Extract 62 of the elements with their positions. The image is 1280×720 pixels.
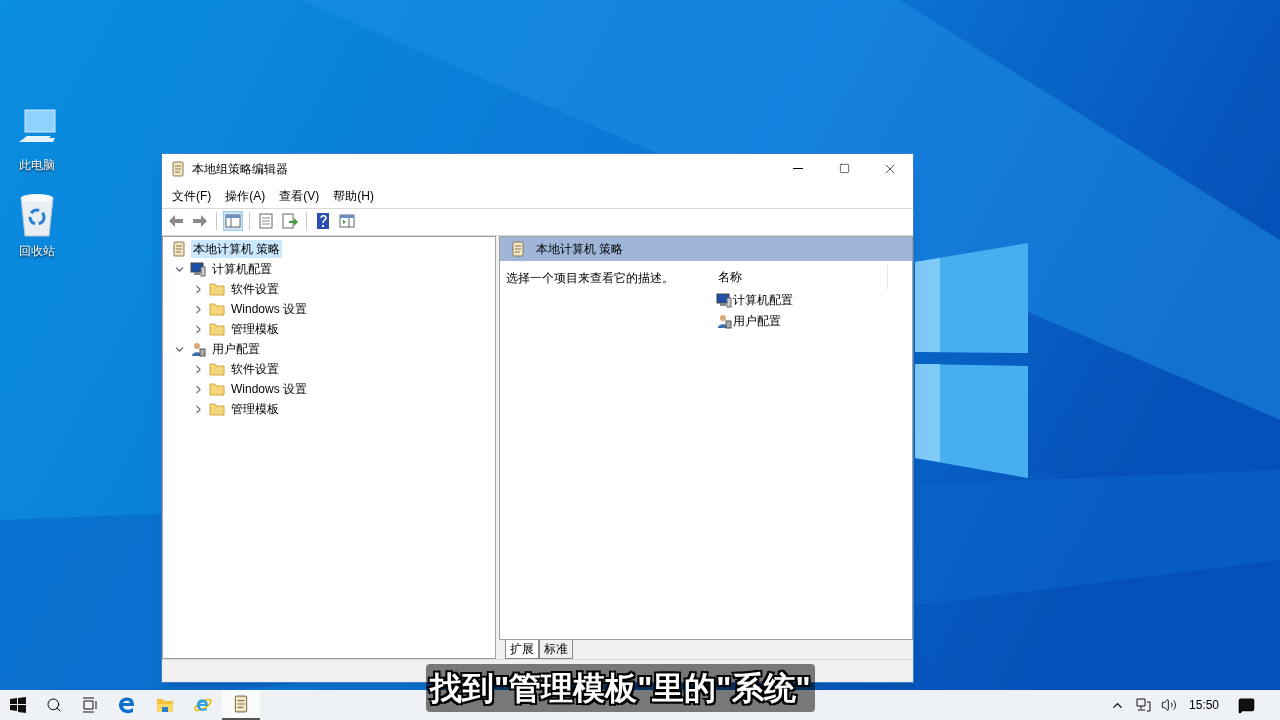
tree-item[interactable]: 软件设置 (229, 360, 281, 378)
tree-item[interactable]: 本地计算机 策略 (191, 240, 283, 258)
column-header[interactable]: 名称 (712, 268, 742, 286)
browser-e-icon (118, 696, 136, 714)
tree-pane-icon (225, 213, 241, 229)
menu-item[interactable]: 文件(F) (166, 186, 218, 205)
folder-icon (209, 302, 225, 316)
task-view-icon (82, 697, 98, 713)
tree-item[interactable]: 计算机配置 (210, 260, 274, 278)
desktop-icon-label[interactable]: 此电脑 (19, 156, 55, 174)
computer-icon (716, 291, 732, 308)
desktop-icon-label[interactable]: 回收站 (19, 242, 55, 260)
export-list-icon (282, 213, 298, 229)
tree-item[interactable]: 用户配置 (210, 340, 262, 358)
list-item[interactable]: 计算机配置 (733, 290, 793, 309)
list-item[interactable]: 用户配置 (733, 311, 781, 330)
tree-item[interactable]: 管理模板 (229, 400, 281, 418)
network-icon[interactable] (1134, 697, 1151, 713)
tree-item[interactable]: 管理模板 (229, 320, 281, 338)
recycle-bin-icon[interactable] (17, 192, 57, 238)
clock-time[interactable]: 15:50 (1188, 696, 1219, 714)
description-text: 选择一个项目来查看它的描述。 (505, 270, 675, 287)
policy-icon (171, 241, 187, 257)
folder-icon (209, 382, 225, 396)
folder-icon (209, 362, 225, 376)
policy-icon (232, 695, 250, 713)
back-arrow-icon (168, 213, 184, 229)
user-icon (716, 312, 732, 329)
windows-logo-icon (10, 697, 26, 713)
pane-header: 本地计算机 策略 (536, 241, 624, 258)
video-caption: 找到"管理模板"里的"系统" (426, 664, 815, 712)
menu-item[interactable]: 帮助(H) (327, 186, 380, 205)
toolbar-button[interactable] (337, 211, 357, 231)
view-tab[interactable]: 扩展 (505, 640, 539, 659)
user-icon (190, 341, 206, 357)
toolbar-button[interactable] (223, 211, 243, 231)
search-icon (46, 697, 62, 713)
folder-icon (156, 697, 174, 713)
folder-icon (209, 322, 225, 336)
volume-icon[interactable] (1160, 697, 1177, 713)
taskbar-app-button[interactable] (222, 690, 260, 720)
view-tab[interactable]: 标准 (539, 640, 573, 659)
tree-item[interactable]: 软件设置 (229, 280, 281, 298)
maximize-icon (838, 163, 850, 174)
tree-item[interactable]: Windows 设置 (229, 300, 309, 318)
view-pane-icon (339, 213, 355, 229)
computer-icon (190, 261, 206, 277)
forward-arrow-icon (192, 213, 208, 229)
toolbar-button[interactable] (280, 211, 300, 231)
menu-item[interactable]: 查看(V) (273, 186, 326, 205)
folder-icon (209, 282, 225, 296)
window-title: 本地组策略编辑器 (192, 160, 288, 178)
minimize-icon (793, 168, 803, 169)
menu-item[interactable]: 操作(A) (219, 186, 272, 205)
policy-icon (510, 241, 526, 257)
help-icon (315, 213, 331, 229)
properties-icon (258, 213, 274, 229)
folder-icon (209, 402, 225, 416)
tree-item[interactable]: Windows 设置 (229, 380, 309, 398)
policy-icon (170, 160, 186, 177)
browser-e-icon (194, 696, 212, 714)
notification-icon[interactable] (1238, 696, 1255, 714)
